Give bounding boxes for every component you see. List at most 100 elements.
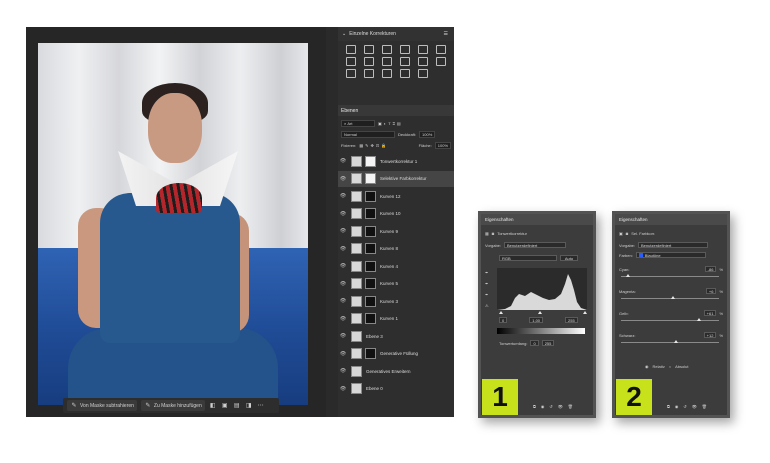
mask-options-icon[interactable]: ▣ xyxy=(221,402,229,410)
slider-knob[interactable] xyxy=(697,318,702,321)
visibility-icon[interactable]: 👁 xyxy=(338,386,348,392)
slider-value-input[interactable]: +6 xyxy=(705,288,717,294)
visibility-icon[interactable]: 👁 xyxy=(338,368,348,374)
slider-track[interactable] xyxy=(621,342,719,343)
levels-icon[interactable] xyxy=(364,45,374,54)
visibility-icon[interactable]: 👁 xyxy=(338,351,348,357)
slider-track[interactable] xyxy=(621,276,719,277)
input-white-slider[interactable] xyxy=(583,311,587,314)
layer-mask-thumbnail[interactable] xyxy=(365,260,376,272)
layer-mask-thumbnail[interactable] xyxy=(365,208,376,219)
photo-filter-icon[interactable] xyxy=(400,57,410,66)
delete-icon[interactable]: 🗑 xyxy=(702,404,708,409)
auto-button[interactable]: Auto xyxy=(560,255,578,261)
layer-mask-thumbnail[interactable] xyxy=(365,313,376,324)
visibility-icon[interactable]: 👁 xyxy=(338,298,348,304)
slider-value-input[interactable]: +12 xyxy=(703,332,717,338)
subtract-from-mask-button[interactable]: ✎ Von Maske subtrahieren xyxy=(67,400,137,411)
colors-select[interactable]: Blautöne xyxy=(635,252,706,258)
layer-row[interactable]: 👁 Kurven 8 xyxy=(338,241,454,257)
vibrance-icon[interactable] xyxy=(418,45,428,54)
clip-to-layer-icon[interactable]: ⧉ xyxy=(667,404,671,409)
slider-knob[interactable] xyxy=(673,340,678,343)
input-gamma-slider[interactable] xyxy=(538,311,542,314)
color-lookup-icon[interactable] xyxy=(436,57,446,66)
layer-row[interactable]: 👁 Kurven 3 xyxy=(338,293,454,309)
brightness-icon[interactable] xyxy=(346,45,356,54)
visibility-icon[interactable]: 👁 xyxy=(338,228,348,234)
layer-row[interactable]: 👁 Kurven 10 xyxy=(338,206,454,222)
layer-row[interactable]: 👁 Tonwertkorrektur 1 xyxy=(338,153,454,169)
blend-mode-select[interactable]: Normal xyxy=(341,130,395,138)
chevron-down-icon[interactable]: ⌄ xyxy=(342,31,346,37)
fill-icon[interactable]: ◨ xyxy=(245,402,253,410)
gradient-icon[interactable] xyxy=(436,45,446,54)
black-eyedropper-icon[interactable]: ✒ xyxy=(485,270,488,275)
scroll-strip[interactable] xyxy=(326,27,338,417)
slider-knob[interactable] xyxy=(625,274,630,277)
visibility-icon[interactable]: 👁 xyxy=(692,404,698,409)
visibility-icon[interactable]: 👁 xyxy=(338,246,348,252)
layer-row[interactable]: 👁 Kurven 9 xyxy=(338,223,454,239)
reset-icon[interactable]: ↺ xyxy=(683,404,687,409)
clip-warning-icon[interactable]: ⚠ xyxy=(485,303,489,308)
layer-mask-thumbnail[interactable] xyxy=(365,348,376,359)
white-eyedropper-icon[interactable]: ✒ xyxy=(485,292,488,297)
layer-mask-thumbnail[interactable] xyxy=(365,225,376,237)
invert-icon[interactable] xyxy=(346,69,356,78)
filter-icons[interactable]: ▣◐T⌗▤ xyxy=(378,121,403,126)
layer-row[interactable]: 👁 Kurven 5 xyxy=(338,276,454,292)
layer-mask-thumbnail[interactable] xyxy=(365,190,376,202)
layer-mask-thumbnail[interactable] xyxy=(365,155,376,167)
visibility-icon[interactable]: 👁 xyxy=(558,404,564,409)
lock-icons[interactable]: ▦✎✥⊡🔒 xyxy=(359,143,388,148)
view-previous-icon[interactable]: ◉ xyxy=(541,404,546,409)
panel-menu-icon[interactable]: ☰ xyxy=(444,31,448,37)
gradient-map-icon[interactable] xyxy=(400,69,410,78)
absolute-radio[interactable]: ○ xyxy=(669,364,671,369)
gray-eyedropper-icon[interactable]: ✒ xyxy=(485,281,488,286)
delete-icon[interactable]: 🗑 xyxy=(568,404,574,409)
relative-radio[interactable]: ◉ xyxy=(645,364,649,369)
layer-row[interactable]: 👁 Kurven 4 xyxy=(338,258,454,274)
opacity-input[interactable]: 100% xyxy=(419,130,436,138)
input-low[interactable]: 0 xyxy=(499,317,508,323)
channel-mixer-icon[interactable] xyxy=(418,57,428,66)
layer-kind-filter[interactable]: ⌕ Art xyxy=(341,119,375,127)
input-high[interactable]: 255 xyxy=(565,317,578,323)
visibility-icon[interactable]: 👁 xyxy=(338,158,348,164)
visibility-icon[interactable]: 👁 xyxy=(338,211,348,217)
layer-mask-thumbnail[interactable] xyxy=(365,278,376,289)
visibility-icon[interactable]: 👁 xyxy=(338,316,348,322)
hue-saturation-icon[interactable] xyxy=(346,57,356,66)
layer-row[interactable]: 👁 Selektive Farbkorrektur xyxy=(338,170,454,187)
visibility-icon[interactable]: 👁 xyxy=(338,263,348,269)
slider-value-input[interactable]: +61 xyxy=(703,310,717,316)
layer-mask-thumbnail[interactable] xyxy=(365,173,376,184)
layer-row[interactable]: 👁 Generative Füllung xyxy=(338,346,454,362)
more-icon[interactable]: ⋯ xyxy=(257,402,265,410)
view-previous-icon[interactable]: ◉ xyxy=(675,404,680,409)
preset-select[interactable]: Benutzerdefiniert xyxy=(638,242,709,248)
color-balance-icon[interactable] xyxy=(364,57,374,66)
exposure-icon[interactable] xyxy=(400,45,410,54)
layer-mask-thumbnail[interactable] xyxy=(365,243,376,254)
layer-row[interactable]: 👁 Ebene 0 xyxy=(338,381,454,397)
visibility-icon[interactable]: 👁 xyxy=(338,281,348,287)
layer-row[interactable]: 👁 Kurven 1 xyxy=(338,311,454,327)
add-to-mask-button[interactable]: ✎ Zu Maske hinzufügen xyxy=(140,400,205,411)
channel-select[interactable]: RGB xyxy=(499,255,557,261)
layer-mask-thumbnail[interactable] xyxy=(365,295,376,307)
document-image[interactable] xyxy=(38,43,308,405)
preset-select[interactable]: Benutzerdefiniert xyxy=(504,242,567,248)
output-high[interactable]: 255 xyxy=(541,340,555,346)
visibility-icon[interactable]: 👁 xyxy=(338,193,348,199)
input-black-slider[interactable] xyxy=(499,311,503,314)
layers-tab[interactable]: Ebenen xyxy=(338,105,454,116)
posterize-icon[interactable] xyxy=(364,69,374,78)
threshold-icon[interactable] xyxy=(382,69,392,78)
layer-row[interactable]: 👁 Kurven 12 xyxy=(338,188,454,204)
output-low[interactable]: 0 xyxy=(530,340,539,346)
clip-to-layer-icon[interactable]: ⧉ xyxy=(533,404,537,409)
invert-mask-icon[interactable]: ◧ xyxy=(209,402,217,410)
